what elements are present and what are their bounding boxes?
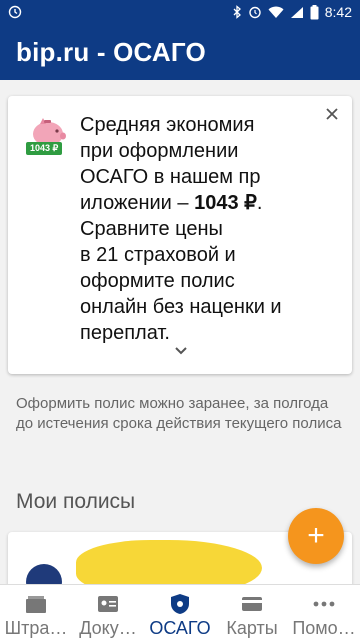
bottom-nav: Штра… Доку… ОСАГО Карты Помо…	[0, 584, 360, 640]
wallet-icon	[26, 596, 46, 613]
nav-item-cards[interactable]: Карты	[216, 585, 288, 640]
chevron-down-icon[interactable]	[172, 342, 190, 360]
add-policy-button[interactable]: +	[288, 508, 344, 564]
app-bar: bip.ru - ОСАГО	[0, 24, 360, 80]
savings-badge: 1043 ₽	[26, 142, 63, 155]
nav-label-osago: ОСАГО	[149, 618, 211, 638]
alarm-icon	[249, 6, 261, 19]
status-bar: 8:42	[0, 0, 360, 24]
nav-item-osago[interactable]: ОСАГО	[144, 585, 216, 640]
my-policies-title: Мои полисы	[16, 490, 136, 513]
status-icons: 8:42	[232, 0, 352, 24]
nav-item-documents[interactable]: Доку…	[72, 585, 144, 640]
nav-label-cards: Карты	[226, 618, 278, 638]
shield-status-icon	[8, 5, 22, 19]
nav-item-fines[interactable]: Штра…	[0, 585, 72, 640]
app-title: bip.ru - ОСАГО	[16, 37, 206, 67]
promo-amount: 1043 ₽	[194, 192, 257, 214]
nav-label-documents: Доку…	[79, 618, 137, 638]
nav-label-help: Помо…	[292, 618, 356, 638]
card-icon	[242, 597, 262, 611]
promo-text-after: . Сравните цены в 21 страховой и оформит…	[80, 192, 282, 344]
more-icon	[313, 601, 335, 607]
promo-card: 1043 ₽ Средняя экономия при оформлении О…	[8, 96, 352, 374]
renewal-hint: Оформить полис можно заранее, за полгода…	[16, 395, 342, 432]
signal-icon	[290, 6, 303, 18]
id-card-icon	[98, 596, 118, 612]
bluetooth-icon	[233, 5, 241, 19]
battery-icon	[310, 4, 319, 19]
status-time: 8:42	[324, 4, 352, 20]
nav-item-help[interactable]: Помо…	[288, 585, 360, 640]
wifi-icon	[268, 6, 284, 18]
nav-label-fines: Штра…	[4, 618, 68, 638]
promo-text: Средняя экономия при оформлении ОСАГО в …	[80, 112, 340, 346]
shield-icon	[171, 594, 189, 614]
plus-icon: +	[307, 519, 325, 552]
